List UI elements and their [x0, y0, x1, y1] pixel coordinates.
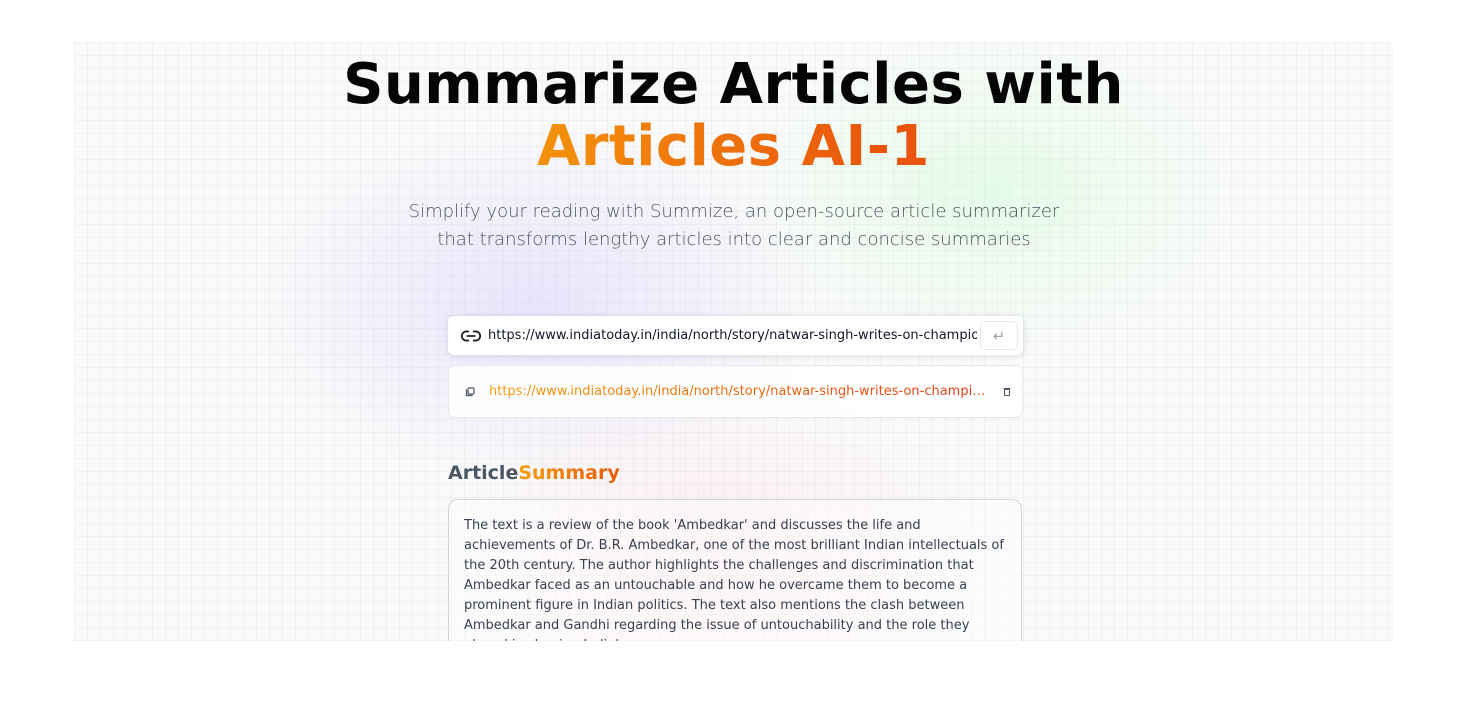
- url-form: ↵: [448, 316, 1023, 355]
- app-page: Summarize Articles with Articles AI-1 Si…: [74, 42, 1393, 641]
- trash-icon[interactable]: [1003, 387, 1011, 396]
- hero-title-line1: Summarize Articles with: [343, 52, 1124, 117]
- hero-subtitle: Simplify your reading with Summize, an o…: [408, 201, 1060, 250]
- link-icon: [460, 330, 482, 341]
- history-url[interactable]: https://www.indiatoday.in/india/north/st…: [489, 384, 989, 399]
- summary-text: The text is a review of the book 'Ambedk…: [464, 518, 1004, 641]
- history-url-text: https://www.indiatoday.in/india/north/st…: [489, 384, 989, 399]
- hero-title-gradient: Articles AI-1: [74, 116, 1393, 178]
- hero-title: Summarize Articles with Articles AI-1: [74, 54, 1393, 178]
- summary-box: The text is a review of the book 'Ambedk…: [448, 499, 1022, 641]
- submit-button[interactable]: ↵: [980, 321, 1018, 350]
- url-input[interactable]: [488, 320, 977, 351]
- enter-icon: ↵: [992, 326, 1006, 345]
- summary-heading-summary: Summary: [518, 462, 620, 484]
- copy-icon[interactable]: [465, 386, 475, 397]
- history-item[interactable]: https://www.indiatoday.in/india/north/st…: [448, 365, 1023, 418]
- summary-heading: ArticleSummary: [448, 462, 620, 484]
- summary-heading-article: Article: [448, 462, 519, 484]
